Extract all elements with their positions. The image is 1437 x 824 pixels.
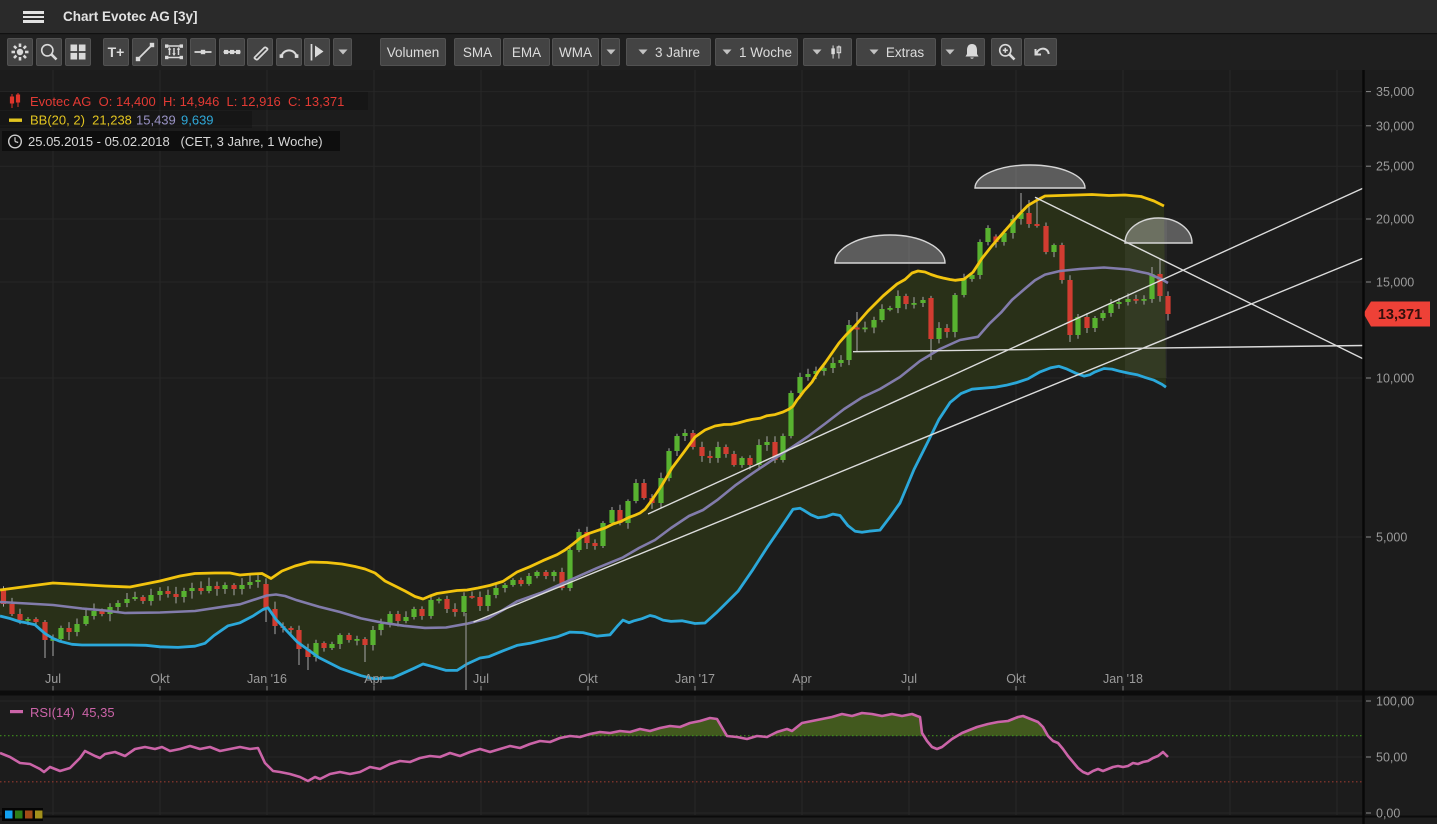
svg-text:Jul: Jul [901,672,917,686]
svg-text:10,000: 10,000 [1376,372,1414,386]
svg-text:100,00: 100,00 [1376,695,1414,709]
svg-text:20,000: 20,000 [1376,213,1414,227]
svg-text:Jan '16: Jan '16 [247,672,287,686]
svg-text:13,371: 13,371 [1378,307,1422,323]
svg-text:Jul: Jul [473,672,489,686]
svg-text:Evotec AG O: 14,400 H: 14,94: Evotec AG O: 14,400 H: 14,946 L: 12,916 … [30,94,344,109]
svg-text:Okt: Okt [1006,672,1026,686]
svg-text:RSI(14) 45,35: RSI(14) 45,35 [30,705,115,720]
svg-text:15,439: 15,439 [136,113,176,128]
svg-text:BB(20, 2) 21,238: BB(20, 2) 21,238 [30,113,132,128]
svg-text:Okt: Okt [150,672,170,686]
svg-text:Jan '17: Jan '17 [675,672,715,686]
svg-text:30,000: 30,000 [1376,119,1414,133]
svg-text:50,00: 50,00 [1376,751,1407,765]
svg-text:0,00: 0,00 [1376,807,1400,821]
svg-text:25,000: 25,000 [1376,160,1414,174]
svg-text:Apr: Apr [364,672,383,686]
svg-text:15,000: 15,000 [1376,276,1414,290]
svg-text:35,000: 35,000 [1376,85,1414,99]
svg-text:Jul: Jul [45,672,61,686]
svg-text:25.05.2015 - 05.02.2018 (CET: 25.05.2015 - 05.02.2018 (CET, 3 Jahre, 1… [28,134,323,149]
svg-text:Apr: Apr [792,672,811,686]
svg-text:9,639: 9,639 [181,113,214,128]
svg-text:Okt: Okt [578,672,598,686]
svg-text:5,000: 5,000 [1376,531,1407,545]
svg-text:Jan '18: Jan '18 [1103,672,1143,686]
